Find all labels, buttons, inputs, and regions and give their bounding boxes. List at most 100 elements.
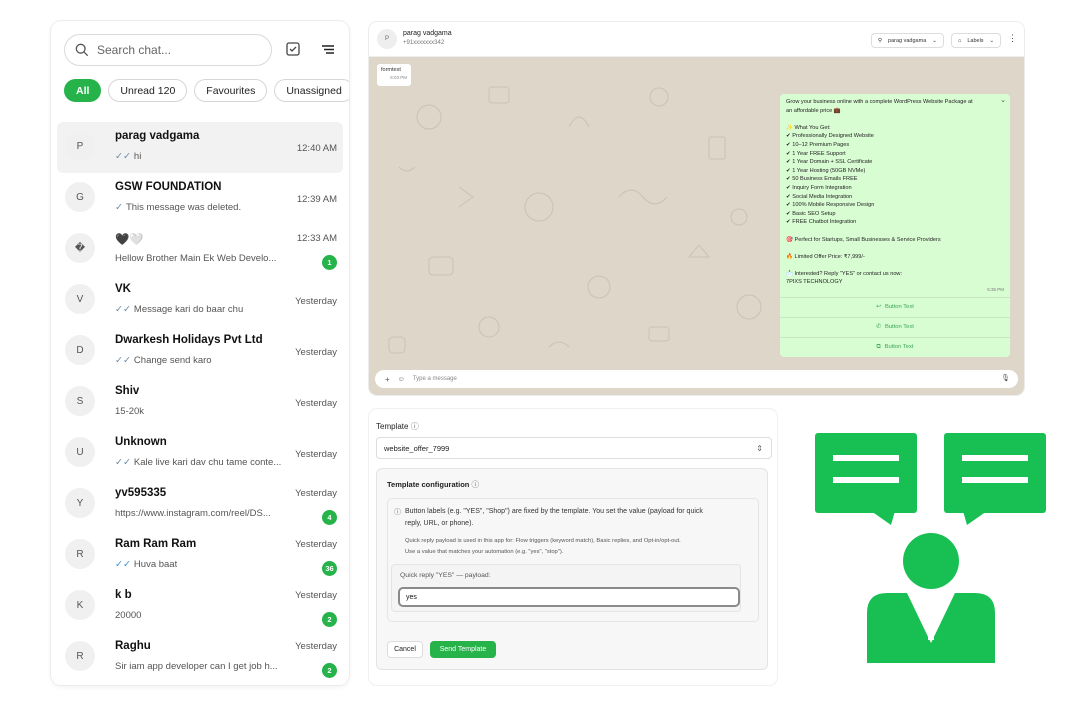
send-template-button[interactable]: Send Template xyxy=(430,641,496,658)
chat-list-item[interactable]: Yyv595335 https://www.instagram.com/reel/… xyxy=(57,479,343,530)
outgoing-message-time: 5:35 PM xyxy=(987,287,1004,292)
unread-badge: 36 xyxy=(322,561,337,576)
support-agent-illustration xyxy=(815,433,1046,663)
chat-list-item[interactable]: Pparag vadgama ✓✓ hi 12:40 AM xyxy=(57,122,343,173)
select-checkbox-icon[interactable] xyxy=(285,41,301,57)
chat-preview-text: Huva baat xyxy=(133,559,178,570)
button-text: Button Text xyxy=(884,324,914,331)
person-head xyxy=(903,533,959,589)
chat-list-item[interactable]: S Shiv 15-20k Yesterday xyxy=(57,377,343,428)
chat-name: Shiv xyxy=(115,385,140,397)
chat-time: Yesterday xyxy=(295,296,337,307)
chat-preview: ✓ This message was deleted. xyxy=(115,202,241,213)
text-line xyxy=(833,477,899,483)
filter-chip-favourites[interactable]: Favourites xyxy=(194,79,268,102)
microphone-icon[interactable]: 🎙 xyxy=(1001,374,1010,382)
chat-time: Yesterday xyxy=(295,590,337,601)
chat-window: P parag vadgama +91xxxxxxx342 ⚲ parag va… xyxy=(369,22,1024,395)
chat-list-item[interactable]: G GSW FOUNDATION ✓ This message was deleted… xyxy=(57,173,343,224)
chat-name: Raghu xyxy=(115,640,151,652)
incoming-message-text: formtest xyxy=(381,67,401,73)
avatar: V xyxy=(65,284,95,314)
chat-preview-text: Sir iam app developer can I get job h... xyxy=(115,661,278,672)
person-body xyxy=(867,593,995,663)
filter-chip-all[interactable]: All xyxy=(64,79,102,102)
template-button-url[interactable]: ⧉ Button Text xyxy=(780,337,1010,357)
assignee-name: parag vadgama xyxy=(888,37,927,44)
chat-preview: ✓✓ hi xyxy=(115,151,141,162)
chat-list-item[interactable]: R Ram Ram Ram ✓✓ Huva baat Yesterday 36 xyxy=(57,530,343,581)
tag-icon: ⌂ xyxy=(958,37,962,44)
chat-list-item[interactable]: V VK ✓✓ Message kari do baar chu Yesterday xyxy=(57,275,343,326)
avatar: G xyxy=(65,182,95,212)
filter-chip-unassigned[interactable]: Unassigned xyxy=(274,79,349,102)
message-body: Grow your business online with a complet… xyxy=(786,98,1004,287)
message-line: ✔ 1 Year Domain + SSL Certificate xyxy=(786,159,873,166)
chat-preview-text: https://www.instagram.com/reel/DS... xyxy=(115,508,271,519)
plus-icon[interactable]: + xyxy=(385,375,390,384)
speech-bubble-right-tail xyxy=(963,511,987,525)
unread-badge: 2 xyxy=(322,663,337,678)
message-line: ✔ 1 Year FREE Support xyxy=(786,150,846,157)
chat-list: Pparag vadgama ✓✓ hi 12:40 AM G GSW FOUNDATIO… xyxy=(51,122,349,683)
labels-label: Labels xyxy=(967,37,984,44)
chat-preview-text: hi xyxy=(133,151,142,162)
template-button-reply[interactable]: ↩ Button Text xyxy=(780,297,1010,317)
text-line xyxy=(962,455,1028,461)
chat-list-item[interactable]: � 🖤🤍 Hellow Brother Main Ek Web Develo... 1… xyxy=(57,224,343,275)
filter-chip-unread[interactable]: Unread 120 xyxy=(108,79,188,102)
sent-tick-icon: ✓ xyxy=(115,202,123,213)
chat-list-item[interactable]: U Unknown ✓✓ Kale live kari dav chu tame co… xyxy=(57,428,343,479)
labels-dropdown[interactable]: ⌂ Labels ⌄ xyxy=(951,33,1002,48)
avatar: S xyxy=(65,386,95,416)
badge-dot xyxy=(928,634,934,640)
config-title-text: Template configuration xyxy=(387,480,470,489)
chat-name: yv595335 xyxy=(115,487,167,499)
chevron-down-icon[interactable]: ⌄ xyxy=(1000,97,1006,106)
template-select[interactable]: website_offer_7999 ⇕ xyxy=(376,437,772,459)
info-line-2: reply, URL, or phone). xyxy=(405,520,474,527)
chat-list-item[interactable]: R Raghu Sir iam app developer can I get jo… xyxy=(57,632,343,683)
chat-name: GSW FOUNDATION xyxy=(115,181,222,193)
more-options-icon[interactable]: ⋮ xyxy=(1008,33,1017,44)
template-button-call[interactable]: ✆ Button Text xyxy=(780,317,1010,337)
info-small-2: Use a value that matches your automation… xyxy=(405,549,564,555)
filter-menu-icon[interactable] xyxy=(320,41,336,57)
search-input[interactable]: Search chat... xyxy=(64,34,272,66)
message-line: ✔ Professionally Designed Website xyxy=(786,133,874,140)
search-placeholder: Search chat... xyxy=(97,43,172,57)
message-line: Grow your business online with a complet… xyxy=(786,99,973,105)
message-line: ✔ Social Media Integration xyxy=(786,193,853,200)
message-line: ✔ 1 Year Hosting (50GB NVMe) xyxy=(786,167,866,174)
avatar: P xyxy=(65,131,95,161)
phone-icon: ✆ xyxy=(876,324,881,331)
reply-icon: ↩ xyxy=(876,304,881,311)
speech-bubble-left-tail xyxy=(871,511,895,525)
avatar: R xyxy=(65,641,95,671)
chat-preview-text: 15-20k xyxy=(115,406,145,417)
chat-name: k b xyxy=(115,589,132,601)
message-line: ✔ Inquiry Form Integration xyxy=(786,184,852,191)
chat-list-item[interactable]: D Dwarkesh Holidays Pvt Ltd ✓✓ Change send … xyxy=(57,326,343,377)
text-line xyxy=(833,455,899,461)
message-line: ✔ 100% Mobile Responsive Design xyxy=(786,202,875,209)
chat-name: 🖤🤍 xyxy=(115,234,144,246)
avatar: K xyxy=(65,590,95,620)
message-line: ✔ 50 Business Emails FREE xyxy=(786,176,858,183)
emoji-icon[interactable]: ☺ xyxy=(398,376,405,383)
assignee-dropdown[interactable]: ⚲ parag vadgama ⌄ xyxy=(871,33,944,48)
chat-wallpaper: formtest 6:03 PM Grow your business onli… xyxy=(369,57,1024,370)
filter-chips: All Unread 120 Favourites Unassigned xyxy=(64,79,349,102)
read-ticks-icon: ✓✓ xyxy=(115,559,131,570)
cancel-button[interactable]: Cancel xyxy=(387,641,423,658)
chat-time: Yesterday xyxy=(295,641,337,652)
chat-preview-text: This message was deleted. xyxy=(125,202,242,213)
chat-list-item[interactable]: Kk b 20000 Yesterday 2 xyxy=(57,581,343,632)
message-composer[interactable]: + ☺ Type a message 🎙 xyxy=(375,370,1018,388)
button-text: Button Text xyxy=(884,344,914,351)
delivered-ticks-icon: ✓✓ xyxy=(115,457,131,468)
template-configuration: Template configuration ⓘ ⓘ Button labels… xyxy=(376,468,768,670)
chat-time: 12:39 AM xyxy=(296,194,337,205)
message-line: 📩 Interested? Reply "YES" or contact us … xyxy=(786,270,903,277)
payload-input[interactable]: yes xyxy=(398,587,740,607)
